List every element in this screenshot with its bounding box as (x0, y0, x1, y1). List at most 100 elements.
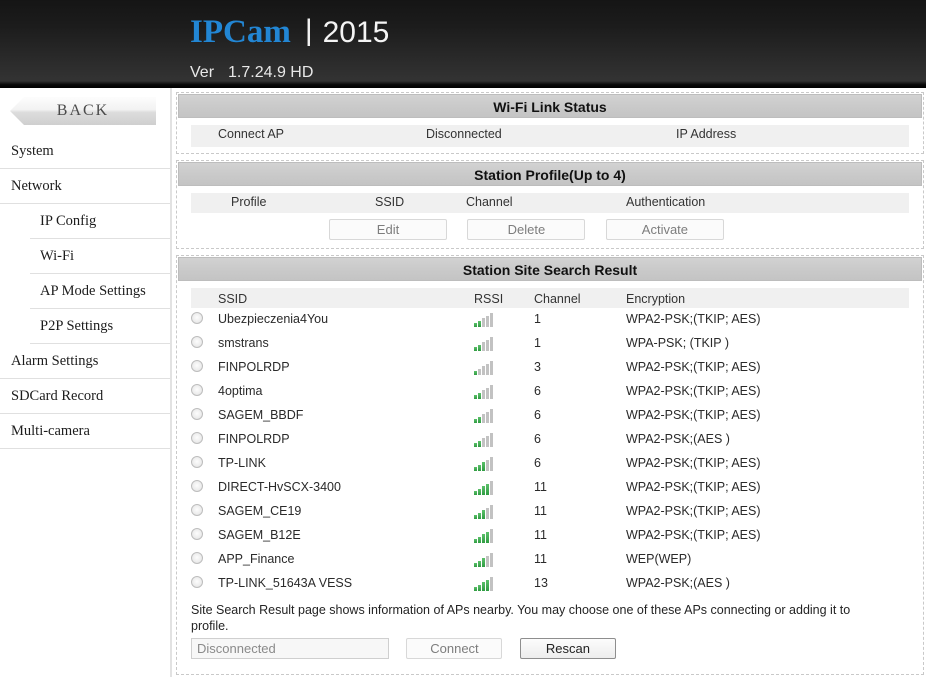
cell-ssid: DIRECT-HvSCX-3400 (218, 480, 341, 494)
signal-strength-icon (474, 409, 498, 423)
cell-rssi (474, 552, 498, 567)
table-row[interactable]: 4optima 6 WPA2-PSK;(TKIP; AES) (191, 380, 909, 404)
select-ap-radio[interactable] (191, 312, 203, 324)
version-line: Ver 1.7.24.9 HD (190, 64, 313, 82)
activate-button[interactable]: Activate (605, 219, 724, 240)
cell-rssi (474, 312, 498, 327)
col-authentication: Authentication (626, 195, 706, 209)
cell-channel: 11 (534, 552, 547, 566)
table-row[interactable]: SAGEM_BBDF 6 WPA2-PSK;(TKIP; AES) (191, 404, 909, 428)
col-ssid: SSID (218, 292, 248, 306)
col-channel: Channel (534, 292, 581, 306)
radio-icon[interactable] (191, 528, 203, 540)
radio-icon[interactable] (191, 408, 203, 420)
table-row[interactable]: SAGEM_B12E 11 WPA2-PSK;(TKIP; AES) (191, 524, 909, 548)
cell-ssid: SAGEM_B12E (218, 528, 301, 542)
sidebar-item-ap-mode-settings[interactable]: AP Mode Settings (30, 274, 170, 309)
select-ap-radio[interactable] (191, 360, 203, 372)
cell-rssi (474, 576, 498, 591)
sidebar-item-multi-camera[interactable]: Multi-camera (0, 414, 170, 449)
col-rssi: RSSI (474, 292, 504, 306)
cell-ssid: FINPOLRDP (218, 360, 290, 374)
radio-icon[interactable] (191, 336, 203, 348)
table-row[interactable]: FINPOLRDP 6 WPA2-PSK;(AES ) (191, 428, 909, 452)
site-search-rows: Ubezpieczenia4You 1 WPA2-PSK;(TKIP; AES) sm… (177, 308, 923, 596)
site-search-note: Site Search Result page shows informatio… (191, 603, 851, 633)
brand-name: IPCam (190, 14, 291, 50)
cell-encryption: WPA2-PSK;(AES ) (626, 576, 730, 590)
table-row[interactable]: DIRECT-HvSCX-3400 11 WPA2-PSK;(TKIP; AES) (191, 476, 909, 500)
sidebar-item-network[interactable]: Network (0, 169, 170, 204)
signal-strength-icon (474, 457, 498, 471)
radio-icon[interactable] (191, 480, 203, 492)
cell-channel: 6 (534, 456, 541, 470)
select-ap-radio[interactable] (191, 528, 203, 540)
cell-rssi (474, 432, 498, 447)
cell-channel: 6 (534, 408, 541, 422)
cell-channel: 11 (534, 504, 547, 518)
radio-icon[interactable] (191, 576, 203, 588)
station-profile-buttons: Edit Delete Activate (177, 219, 923, 240)
signal-strength-icon (474, 313, 498, 327)
delete-button[interactable]: Delete (467, 219, 586, 240)
sidebar-item-p2p-settings[interactable]: P2P Settings (30, 309, 170, 344)
select-ap-radio[interactable] (191, 336, 203, 348)
table-row[interactable]: SAGEM_CE19 11 WPA2-PSK;(TKIP; AES) (191, 500, 909, 524)
table-row[interactable]: smstrans 1 WPA-PSK; (TKIP ) (191, 332, 909, 356)
sidebar-item-sdcard-record[interactable]: SDCard Record (0, 379, 170, 414)
radio-icon[interactable] (191, 384, 203, 396)
cell-ssid: TP-LINK (218, 456, 266, 470)
select-ap-radio[interactable] (191, 552, 203, 564)
radio-icon[interactable] (191, 552, 203, 564)
version-value: 1.7.24.9 HD (228, 64, 314, 81)
connect-button[interactable]: Connect (406, 638, 503, 659)
select-ap-radio[interactable] (191, 576, 203, 588)
site-search-panel: Station Site Search Result SSID RSSI Cha… (176, 255, 924, 675)
select-ap-radio[interactable] (191, 480, 203, 492)
brand-year: 2015 (322, 16, 390, 49)
radio-icon[interactable] (191, 432, 203, 444)
sidebar-item-system[interactable]: System (0, 134, 170, 169)
select-ap-radio[interactable] (191, 504, 203, 516)
sidebar-item-alarm-settings[interactable]: Alarm Settings (0, 344, 170, 379)
cell-channel: 11 (534, 528, 547, 542)
cell-ssid: FINPOLRDP (218, 432, 290, 446)
table-row[interactable]: TP-LINK_51643A VESS 13 WPA2-PSK;(AES ) (191, 572, 909, 596)
connection-state: Disconnected (426, 127, 502, 141)
signal-strength-icon (474, 385, 498, 399)
version-label: Ver (190, 64, 215, 81)
cell-ssid: TP-LINK_51643A VESS (218, 576, 353, 590)
cell-rssi (474, 408, 498, 423)
station-profile-title: Station Profile(Up to 4) (178, 162, 922, 186)
signal-strength-icon (474, 553, 498, 567)
table-row[interactable]: TP-LINK 6 WPA2-PSK;(TKIP; AES) (191, 452, 909, 476)
sidebar-item-wifi[interactable]: Wi-Fi (30, 239, 170, 274)
cell-encryption: WEP(WEP) (626, 552, 692, 566)
col-encryption: Encryption (626, 292, 686, 306)
cell-channel: 3 (534, 360, 541, 374)
radio-icon[interactable] (191, 456, 203, 468)
edit-button[interactable]: Edit (329, 219, 447, 240)
table-row[interactable]: Ubezpieczenia4You 1 WPA2-PSK;(TKIP; AES) (191, 308, 909, 332)
cell-ssid: Ubezpieczenia4You (218, 312, 329, 326)
select-ap-radio[interactable] (191, 384, 203, 396)
back-button[interactable]: BACK (10, 97, 156, 125)
sidebar-item-ip-config[interactable]: IP Config (30, 204, 170, 239)
select-ap-radio[interactable] (191, 408, 203, 420)
cell-rssi (474, 456, 498, 471)
select-ap-radio[interactable] (191, 432, 203, 444)
table-row[interactable]: FINPOLRDP 3 WPA2-PSK;(TKIP; AES) (191, 356, 909, 380)
ip-address-label: IP Address (676, 127, 737, 141)
col-profile: Profile (231, 195, 267, 209)
radio-icon[interactable] (191, 504, 203, 516)
wifi-link-status-panel: Wi-Fi Link Status Connect AP Disconnecte… (176, 92, 924, 154)
radio-icon[interactable] (191, 312, 203, 324)
select-ap-radio[interactable] (191, 456, 203, 468)
table-row[interactable]: APP_Finance 11 WEP(WEP) (191, 548, 909, 572)
app-header: IPCam | 2015 Ver 1.7.24.9 HD (0, 0, 926, 88)
rescan-button[interactable]: Rescan (519, 638, 616, 659)
cell-channel: 13 (534, 576, 548, 590)
status-input[interactable]: Disconnected (191, 638, 389, 659)
radio-icon[interactable] (191, 360, 203, 372)
cell-channel: 6 (534, 384, 541, 398)
